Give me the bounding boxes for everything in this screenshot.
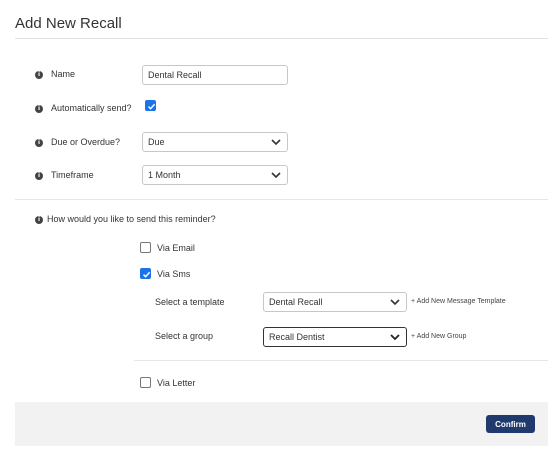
send-method-question: How would you like to send this reminder… xyxy=(47,214,216,224)
auto-send-checkbox[interactable] xyxy=(145,100,156,111)
modal-footer xyxy=(15,402,548,446)
via-email-checkbox[interactable] xyxy=(140,242,151,253)
via-sms-checkbox[interactable] xyxy=(140,268,151,279)
chevron-down-icon xyxy=(271,139,281,146)
chevron-down-icon xyxy=(390,299,400,306)
via-sms-label[interactable]: Via Sms xyxy=(157,269,190,279)
title-divider xyxy=(15,38,548,39)
name-input[interactable]: Dental Recall xyxy=(142,65,288,85)
group-label: Select a group xyxy=(155,331,214,341)
template-select[interactable]: Dental Recall xyxy=(263,292,407,312)
via-email-label[interactable]: Via Email xyxy=(157,243,195,253)
section-divider xyxy=(15,199,548,200)
chevron-down-icon xyxy=(271,172,281,179)
template-label: Select a template xyxy=(155,297,225,307)
due-select-value: Due xyxy=(148,137,165,147)
checkmark-icon xyxy=(147,103,156,110)
info-icon: i xyxy=(35,105,43,113)
due-select[interactable]: Due xyxy=(142,132,288,152)
group-select-value: Recall Dentist xyxy=(269,332,325,342)
name-input-value: Dental Recall xyxy=(148,70,202,80)
via-letter-checkbox[interactable] xyxy=(140,377,151,388)
info-icon: i xyxy=(35,172,43,180)
chevron-down-icon xyxy=(390,334,400,341)
timeframe-select-value: 1 Month xyxy=(148,170,181,180)
timeframe-select[interactable]: 1 Month xyxy=(142,165,288,185)
group-select[interactable]: Recall Dentist xyxy=(263,327,407,347)
sms-options-divider xyxy=(134,360,548,361)
timeframe-label: Timeframe xyxy=(51,170,94,180)
confirm-button[interactable]: Confirm xyxy=(486,415,535,433)
info-icon: i xyxy=(35,216,43,224)
add-group-link[interactable]: + Add New Group xyxy=(411,333,466,340)
checkmark-icon xyxy=(142,271,151,278)
name-label: Name xyxy=(51,69,76,79)
add-message-template-link[interactable]: + Add New Message Template xyxy=(411,298,506,305)
via-letter-label[interactable]: Via Letter xyxy=(157,378,195,388)
auto-send-label: Automatically send? xyxy=(51,103,132,113)
info-icon: i xyxy=(35,71,43,79)
template-select-value: Dental Recall xyxy=(269,297,323,307)
page-title: Add New Recall xyxy=(15,15,122,32)
due-label: Due or Overdue? xyxy=(51,137,121,147)
info-icon: i xyxy=(35,139,43,147)
